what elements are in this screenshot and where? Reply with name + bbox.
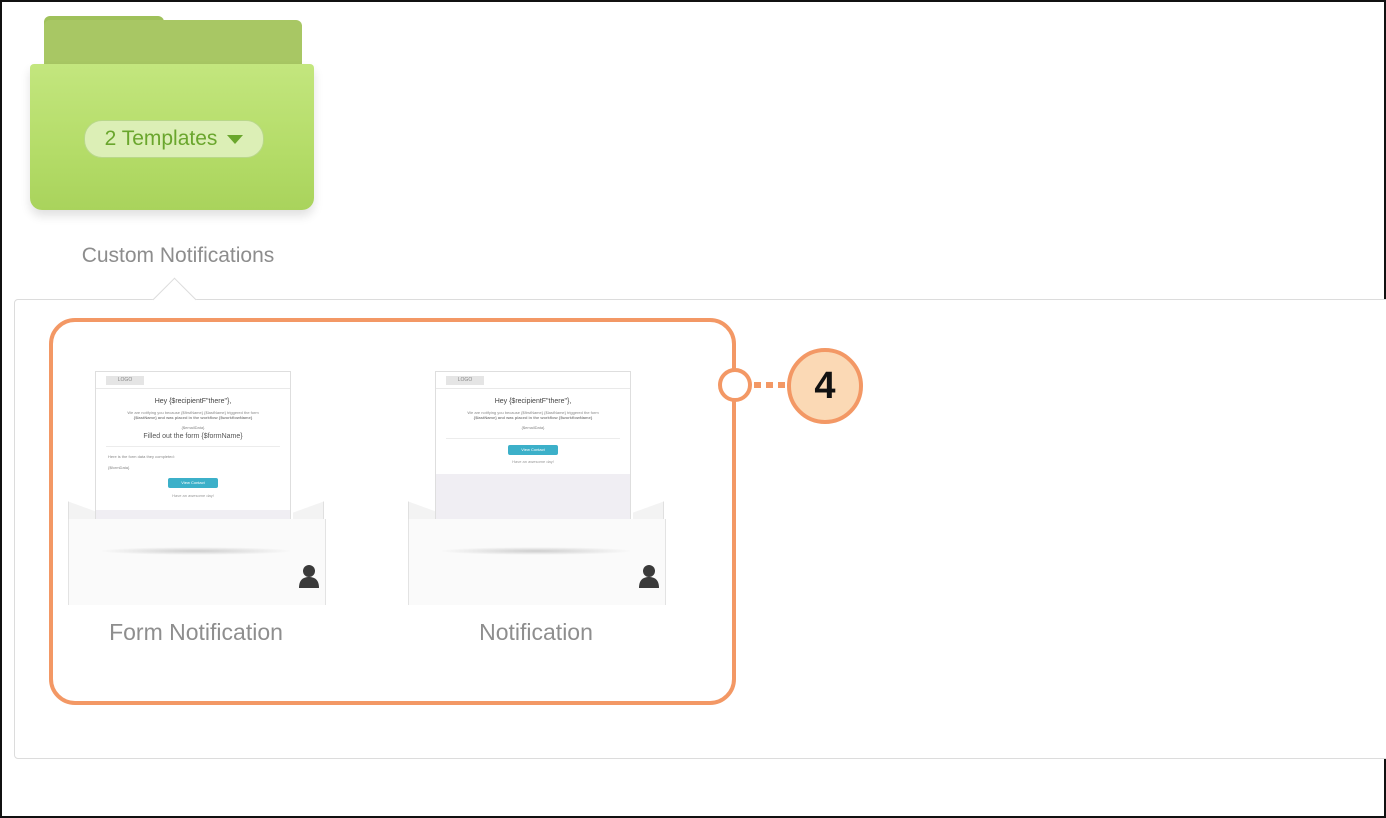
templates-count-label: 2 Templates [104, 127, 218, 150]
callout-connector-line [754, 382, 790, 388]
step-number-badge: 4 [787, 348, 863, 424]
templates-count-dropdown[interactable]: 2 Templates [84, 120, 264, 158]
caret-down-icon [227, 134, 244, 144]
page-frame: 2 Templates Custom Notifications LOGO He… [0, 0, 1386, 818]
template-folder[interactable]: 2 Templates [26, 16, 318, 216]
callout-connector-ring [718, 368, 752, 402]
folder-name: Custom Notifications [81, 244, 275, 267]
callout-highlight-box [49, 318, 736, 705]
